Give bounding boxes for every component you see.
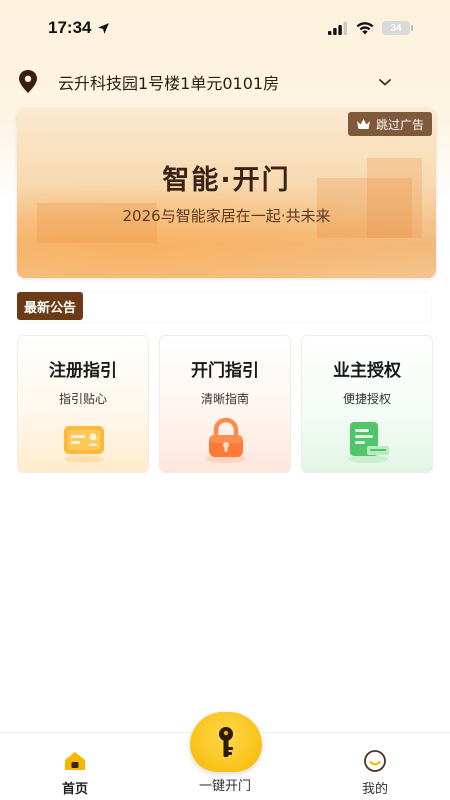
card-title: 业主授权 (333, 361, 401, 381)
card-subtitle: 便捷授权 (342, 392, 391, 406)
notice-label: 最新公告 (17, 292, 84, 320)
tab-home-label: 首页 (61, 782, 88, 797)
feature-cards: 注册指引 指引贴心 开门指引 清晰指南 业主授权 便捷授权 (17, 335, 433, 473)
card-title: 注册指引 (49, 361, 117, 381)
card-register-guide[interactable]: 注册指引 指引贴心 (17, 335, 149, 473)
banner-subtitle: 2026与智能家居在一起·共未来 (122, 207, 331, 225)
card-subtitle: 清晰指南 (200, 392, 249, 406)
card-door-guide[interactable]: 开门指引 清晰指南 (159, 335, 291, 473)
signal-icon (328, 21, 347, 35)
tab-home[interactable]: 首页 (15, 733, 135, 800)
location-arrow-icon (98, 22, 110, 34)
status-icons: 34 (328, 21, 413, 35)
address-text: 云升科技园1号楼1单元0101房 (58, 74, 280, 93)
battery-indicator: 34 (382, 21, 413, 35)
crown-icon (356, 119, 370, 129)
skip-ad-label: 跳过广告 (375, 117, 424, 132)
key-icon (219, 727, 233, 757)
lock-icon (206, 417, 246, 463)
clock-text: 17:34 (48, 18, 92, 37)
promo-banner[interactable]: 跳过广告 智能·开门 2026与智能家居在一起·共未来 (17, 108, 436, 278)
address-selector[interactable]: 云升科技园1号楼1单元0101房 (18, 66, 392, 98)
document-icon (348, 422, 389, 463)
tab-mine-label: 我的 (361, 782, 388, 797)
wifi-icon (356, 21, 374, 34)
card-owner-authorization[interactable]: 业主授权 便捷授权 (301, 335, 433, 473)
home-icon (65, 752, 85, 770)
chevron-down-icon[interactable] (378, 77, 392, 87)
banner-title: 智能·开门 (162, 165, 291, 196)
card-title: 开门指引 (191, 361, 259, 381)
tab-mine[interactable]: 我的 (315, 733, 435, 800)
skip-ad-button[interactable]: 跳过广告 (347, 112, 432, 136)
status-bar: 17:34 34 (0, 0, 450, 56)
card-subtitle: 指引贴心 (58, 392, 107, 406)
one-key-open-button[interactable] (190, 712, 262, 772)
id-card-icon (64, 426, 104, 463)
smiley-icon (364, 750, 386, 772)
status-time: 17:34 (48, 18, 110, 38)
location-pin-icon (19, 70, 37, 93)
one-key-open-label: 一键开门 (198, 779, 251, 794)
notice-bar[interactable]: 最新公告 (17, 292, 431, 322)
